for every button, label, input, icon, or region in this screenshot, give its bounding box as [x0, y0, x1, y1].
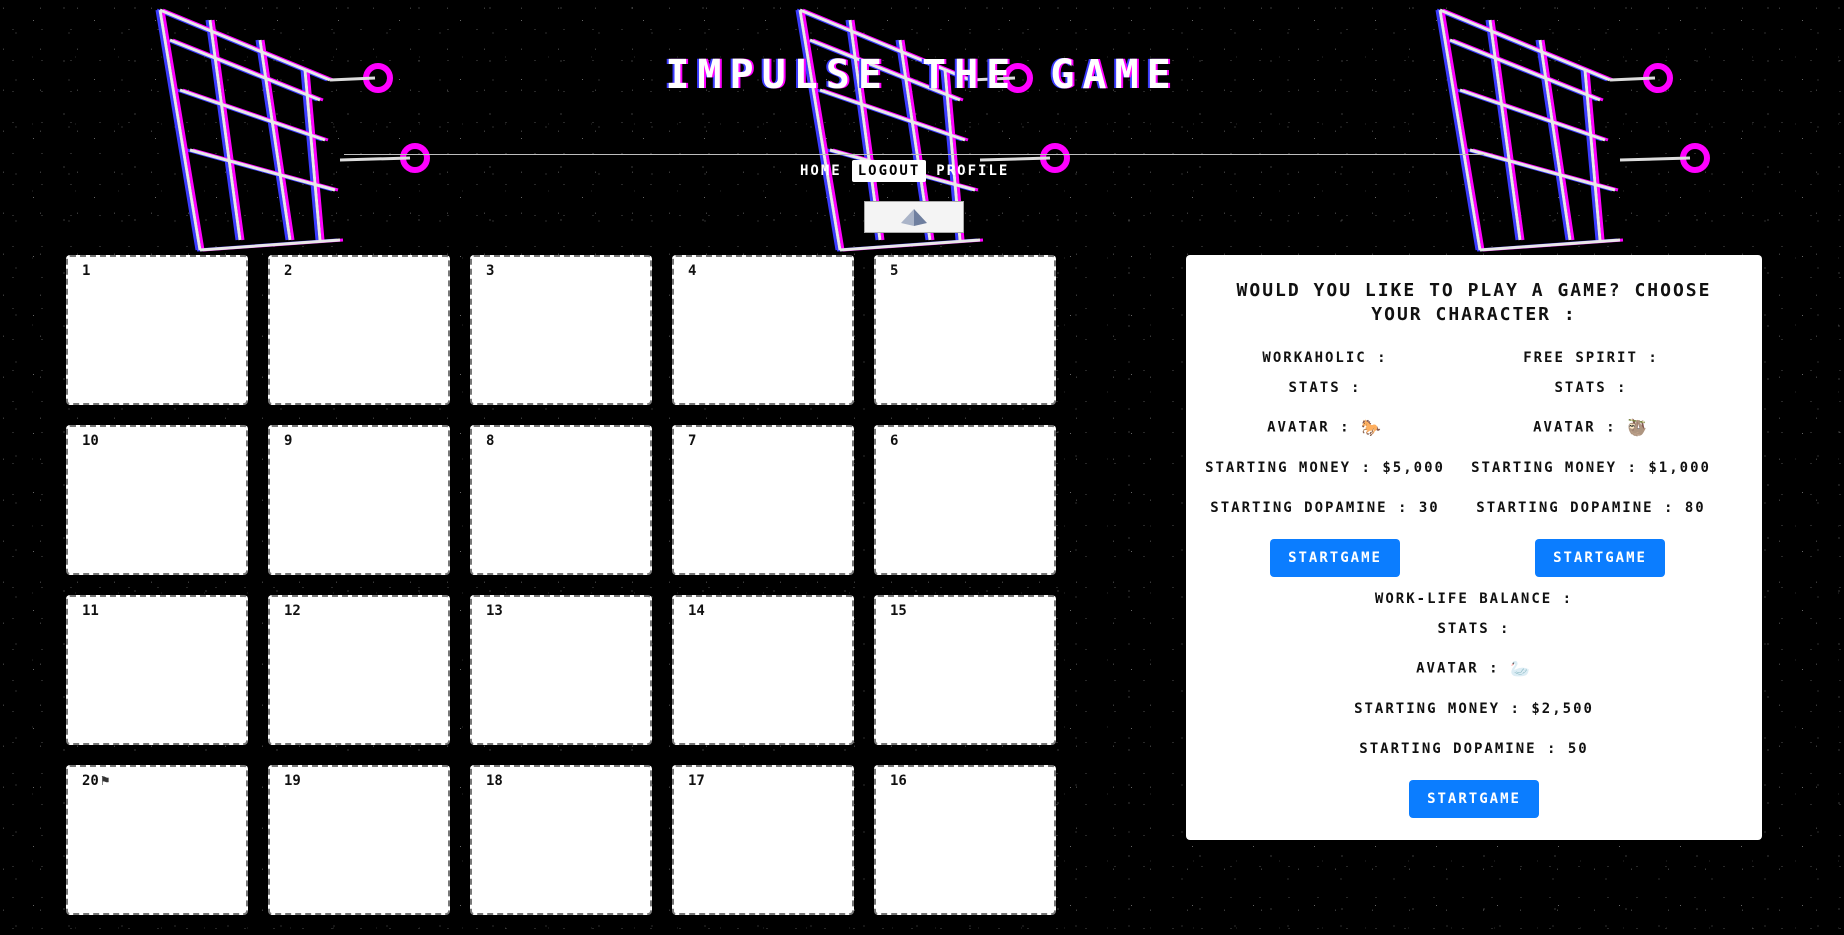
board-cell[interactable]: 15 [874, 595, 1056, 745]
cell-number: 15 [890, 603, 907, 619]
board-cell[interactable]: 11 [66, 595, 248, 745]
nav-home-link[interactable]: HOME [800, 163, 842, 179]
main-nav: HOME LOGOUT PROFILE [800, 158, 1009, 184]
character-stats-label: STATS : [1288, 380, 1362, 396]
board-cell[interactable]: 13 [470, 595, 652, 745]
board-cell[interactable]: 12 [268, 595, 450, 745]
cell-number: 8 [486, 433, 494, 449]
board-cell[interactable]: 1 [66, 255, 248, 405]
board-cell[interactable]: 16 [874, 765, 1056, 915]
cell-number: 20 ⚑ [82, 773, 109, 789]
character-name: FREE SPIRIT : [1523, 350, 1659, 366]
pyramid-icon [901, 209, 927, 226]
avatar-label: AVATAR : [1533, 419, 1617, 436]
cell-number-label: 18 [486, 773, 503, 789]
cell-number-label: 2 [284, 263, 293, 279]
starting-money: STARTING MONEY : $1,000 [1471, 460, 1711, 476]
cell-number: 3 [486, 263, 494, 279]
cell-number: 16 [890, 773, 907, 789]
cell-number: 5 [890, 263, 898, 279]
cell-number: 17 [688, 773, 705, 789]
cell-number-label: 14 [688, 603, 705, 619]
board-cell[interactable]: 9 [268, 425, 450, 575]
start-game-work-life-balance-button[interactable]: STARTGAME [1409, 780, 1539, 818]
board-cell[interactable]: 17 [672, 765, 854, 915]
cell-number: 12 [284, 603, 301, 619]
cell-number-label: 17 [688, 773, 705, 789]
header-divider [344, 154, 1484, 155]
cell-number: 6 [890, 433, 898, 449]
character-name: WORKAHOLIC : [1262, 350, 1388, 366]
cell-number: 11 [82, 603, 99, 619]
board-cell[interactable]: 20 ⚑ [66, 765, 248, 915]
character-avatar: AVATAR : 🐎 [1192, 418, 1458, 437]
board-cell[interactable]: 5 [874, 255, 1056, 405]
cell-number: 9 [284, 433, 292, 449]
character-avatar: AVATAR : 🦢 [1341, 659, 1607, 678]
cell-number-label: 20 [82, 773, 99, 789]
board-cell[interactable]: 4 [672, 255, 854, 405]
starting-money: STARTING MONEY : $2,500 [1354, 701, 1594, 717]
cell-number-label: 6 [890, 433, 899, 449]
cell-number: 1 [82, 263, 90, 279]
sloth-icon: 🦥 [1626, 418, 1649, 437]
board-cell[interactable]: 14 [672, 595, 854, 745]
cell-number-label: 15 [890, 603, 907, 619]
cell-number-label: 1 [82, 263, 91, 279]
character-avatar: AVATAR : 🦥 [1458, 418, 1724, 437]
board-cell[interactable]: 3 [470, 255, 652, 405]
board-cell[interactable]: 19 [268, 765, 450, 915]
logo-button[interactable] [864, 201, 964, 233]
starting-dopamine: STARTING DOPAMINE : 50 [1359, 741, 1589, 757]
cell-number-label: 9 [284, 433, 293, 449]
character-stats-label: STATS : [1437, 621, 1511, 637]
cell-number-label: 3 [486, 263, 495, 279]
board-cell[interactable]: 2 [268, 255, 450, 405]
board-cell[interactable]: 6 [874, 425, 1056, 575]
cell-number: 13 [486, 603, 503, 619]
avatar-label: AVATAR : [1267, 419, 1351, 436]
starting-dopamine: STARTING DOPAMINE : 30 [1210, 500, 1440, 516]
cell-number: 2 [284, 263, 292, 279]
page-title: IMPULSE THE GAME [665, 52, 1179, 98]
flag-icon: ⚑ [100, 773, 110, 789]
cell-number-label: 16 [890, 773, 907, 789]
character-select-panel: WOULD YOU LIKE TO PLAY A GAME? CHOOSE YO… [1186, 255, 1762, 840]
start-game-workaholic-button[interactable]: STARTGAME [1270, 539, 1400, 577]
avatar-label: AVATAR : [1416, 660, 1500, 677]
starting-dopamine: STARTING DOPAMINE : 80 [1476, 500, 1706, 516]
board-cell[interactable]: 18 [470, 765, 652, 915]
cell-number-label: 7 [688, 433, 697, 449]
nav-profile-link[interactable]: PROFILE [936, 163, 1009, 179]
cell-number: 19 [284, 773, 301, 789]
cell-number: 14 [688, 603, 705, 619]
cell-number-label: 19 [284, 773, 301, 789]
cell-number-label: 8 [486, 433, 495, 449]
board-cell[interactable]: 7 [672, 425, 854, 575]
cell-number-label: 10 [82, 433, 99, 449]
cell-number: 7 [688, 433, 696, 449]
start-game-free-spirit-button[interactable]: STARTGAME [1535, 539, 1665, 577]
board-cell[interactable]: 8 [470, 425, 652, 575]
character-name: WORK-LIFE BALANCE : [1374, 591, 1574, 607]
cell-number: 4 [688, 263, 696, 279]
panel-heading: WOULD YOU LIKE TO PLAY A GAME? CHOOSE YO… [1236, 280, 1712, 325]
cell-number-label: 5 [890, 263, 899, 279]
cell-number: 10 [82, 433, 99, 449]
swan-icon: 🦢 [1509, 659, 1532, 678]
cell-number-label: 12 [284, 603, 301, 619]
board-cell[interactable]: 10 [66, 425, 248, 575]
cell-number-label: 13 [486, 603, 503, 619]
starting-money: STARTING MONEY : $5,000 [1205, 460, 1445, 476]
nav-logout-link[interactable]: LOGOUT [851, 160, 927, 182]
cell-number: 18 [486, 773, 503, 789]
cell-number-label: 11 [82, 603, 99, 619]
horse-icon: 🐎 [1360, 418, 1383, 437]
cell-number-label: 4 [688, 263, 697, 279]
character-stats-label: STATS : [1554, 380, 1628, 396]
game-board: 1 2 3 4 5 10 9 8 7 6 11 12 13 14 15 20 ⚑ 19 18 17 16 [66, 255, 1056, 915]
